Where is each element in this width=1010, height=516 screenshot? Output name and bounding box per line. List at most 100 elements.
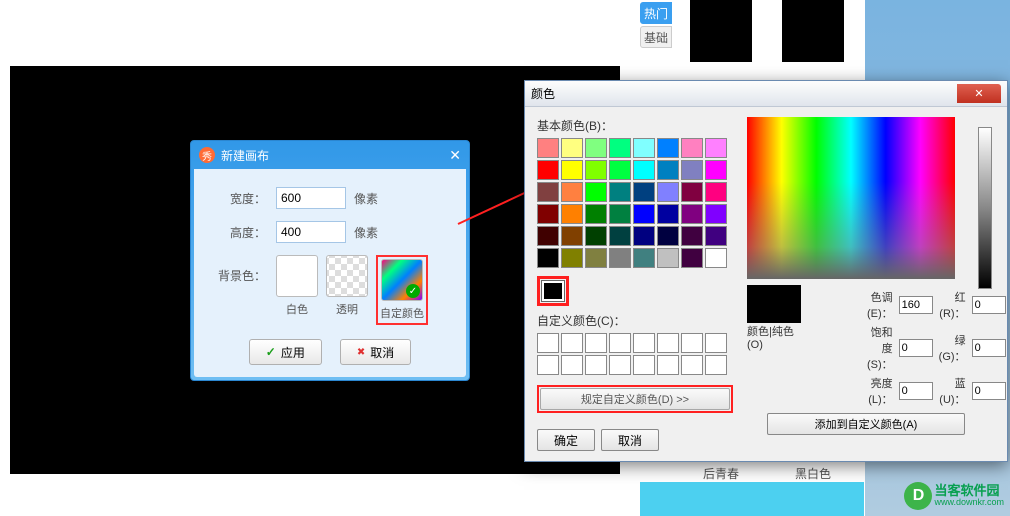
basic-color-swatch[interactable]	[609, 138, 631, 158]
custom-color-slot[interactable]	[633, 333, 655, 353]
basic-color-swatch[interactable]	[657, 248, 679, 268]
basic-color-swatch[interactable]	[537, 182, 559, 202]
basic-color-swatch[interactable]	[705, 182, 727, 202]
basic-color-swatch[interactable]	[633, 182, 655, 202]
basic-color-swatch[interactable]	[561, 182, 583, 202]
basic-color-swatch[interactable]	[633, 160, 655, 180]
close-icon[interactable]: ✕	[449, 147, 461, 164]
custom-color-slot[interactable]	[609, 355, 631, 375]
bg-transparent-swatch[interactable]	[326, 255, 368, 297]
basic-color-swatch[interactable]	[681, 226, 703, 246]
basic-color-swatch[interactable]	[681, 160, 703, 180]
cancel-button-2[interactable]: 取消	[601, 429, 659, 451]
custom-color-slot[interactable]	[657, 333, 679, 353]
bg-label: 背景色：	[208, 267, 266, 284]
custom-color-slot[interactable]	[681, 355, 703, 375]
basic-color-swatch[interactable]	[705, 138, 727, 158]
height-input[interactable]	[276, 221, 346, 243]
basic-color-swatch[interactable]	[705, 160, 727, 180]
define-custom-button[interactable]: 规定自定义颜色(D) >>	[540, 388, 730, 410]
custom-color-slot[interactable]	[657, 355, 679, 375]
basic-color-swatch[interactable]	[609, 204, 631, 224]
basic-color-swatch[interactable]	[609, 226, 631, 246]
width-input[interactable]	[276, 187, 346, 209]
basic-color-swatch[interactable]	[585, 248, 607, 268]
close-button[interactable]: ✕	[957, 84, 1001, 103]
basic-color-swatch[interactable]	[561, 226, 583, 246]
custom-color-slot[interactable]	[705, 333, 727, 353]
basic-color-swatch[interactable]	[633, 226, 655, 246]
custom-color-slot[interactable]	[585, 333, 607, 353]
basic-color-swatch[interactable]	[705, 226, 727, 246]
basic-color-swatch[interactable]	[657, 138, 679, 158]
basic-color-swatch[interactable]	[585, 226, 607, 246]
green-label: 绿(G)：	[939, 332, 966, 364]
custom-color-slot[interactable]	[705, 355, 727, 375]
basic-color-swatch[interactable]	[585, 138, 607, 158]
hue-input[interactable]	[899, 296, 933, 314]
basic-color-swatch[interactable]	[609, 160, 631, 180]
thumb-2[interactable]	[782, 0, 844, 62]
color-picker-dialog: 颜色 ✕ 基本颜色(B)： 自定义颜色(C)： 规定自定义颜色(D) >> 确定…	[524, 80, 1008, 462]
bg-custom-swatch[interactable]	[381, 259, 423, 301]
basic-color-swatch[interactable]	[657, 160, 679, 180]
custom-color-slot[interactable]	[633, 355, 655, 375]
basic-color-swatch[interactable]	[561, 248, 583, 268]
tab-hot[interactable]: 热门	[640, 2, 672, 24]
basic-color-swatch[interactable]	[633, 138, 655, 158]
basic-color-swatch[interactable]	[681, 138, 703, 158]
custom-color-slot[interactable]	[561, 355, 583, 375]
basic-color-swatch[interactable]	[681, 248, 703, 268]
basic-color-swatch[interactable]	[537, 226, 559, 246]
thumb-1[interactable]	[690, 0, 752, 62]
luminosity-bar[interactable]	[978, 127, 992, 289]
basic-color-swatch[interactable]	[681, 204, 703, 224]
bg-white-swatch[interactable]	[276, 255, 318, 297]
custom-colors-grid	[537, 333, 733, 375]
basic-color-swatch[interactable]	[657, 226, 679, 246]
basic-color-swatch[interactable]	[585, 182, 607, 202]
basic-color-swatch[interactable]	[657, 182, 679, 202]
color-dialog-titlebar[interactable]: 颜色 ✕	[525, 81, 1007, 107]
dialog-titlebar[interactable]: 秀 新建画布 ✕	[191, 141, 469, 169]
basic-color-swatch[interactable]	[585, 160, 607, 180]
selected-color-swatch[interactable]	[542, 281, 564, 301]
height-unit: 像素	[354, 224, 378, 241]
basic-color-swatch[interactable]	[561, 204, 583, 224]
blue-input[interactable]	[972, 382, 1006, 400]
custom-color-slot[interactable]	[681, 333, 703, 353]
custom-color-slot[interactable]	[537, 355, 559, 375]
basic-color-swatch[interactable]	[537, 248, 559, 268]
basic-color-swatch[interactable]	[633, 248, 655, 268]
custom-color-slot[interactable]	[585, 355, 607, 375]
lum-input[interactable]	[899, 382, 933, 400]
ok-button[interactable]: 确定	[537, 429, 595, 451]
basic-color-swatch[interactable]	[609, 182, 631, 202]
red-input[interactable]	[972, 296, 1006, 314]
add-to-custom-button[interactable]: 添加到自定义颜色(A)	[767, 413, 965, 435]
basic-color-swatch[interactable]	[561, 138, 583, 158]
custom-color-slot[interactable]	[537, 333, 559, 353]
green-input[interactable]	[972, 339, 1006, 357]
basic-color-swatch[interactable]	[537, 204, 559, 224]
basic-color-swatch[interactable]	[705, 204, 727, 224]
apply-button[interactable]: 应用	[249, 339, 322, 365]
basic-color-swatch[interactable]	[657, 204, 679, 224]
site-logo[interactable]: D 当客软件园 www.downkr.com	[904, 482, 1004, 510]
tab-basic[interactable]: 基础	[640, 26, 672, 48]
cancel-button[interactable]: 取消	[340, 339, 411, 365]
custom-color-slot[interactable]	[609, 333, 631, 353]
ad-banner[interactable]	[640, 482, 864, 516]
thumb-youth-label: 后青春	[703, 465, 739, 482]
basic-color-swatch[interactable]	[705, 248, 727, 268]
basic-color-swatch[interactable]	[561, 160, 583, 180]
basic-color-swatch[interactable]	[585, 204, 607, 224]
basic-color-swatch[interactable]	[681, 182, 703, 202]
basic-color-swatch[interactable]	[537, 138, 559, 158]
color-spectrum[interactable]	[747, 117, 955, 279]
basic-color-swatch[interactable]	[537, 160, 559, 180]
basic-color-swatch[interactable]	[633, 204, 655, 224]
custom-color-slot[interactable]	[561, 333, 583, 353]
basic-color-swatch[interactable]	[609, 248, 631, 268]
sat-input[interactable]	[899, 339, 933, 357]
